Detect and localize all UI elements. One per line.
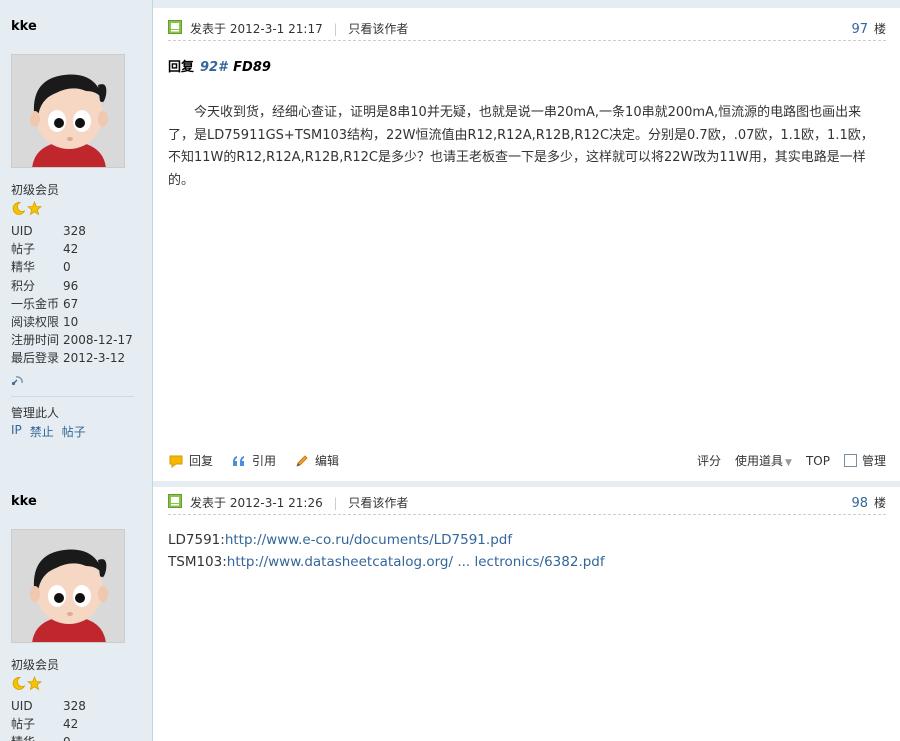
post-datetime: 2012-3-1 21:17: [229, 22, 323, 36]
link-prefix: LD7591:: [168, 532, 225, 548]
link-line-tsm103: TSM103:http://www.datasheetcatalog.org/ …: [168, 551, 605, 573]
tools-dropdown[interactable]: 使用道具 ▼: [735, 452, 792, 469]
rank-stars: [11, 201, 42, 216]
post-datetime: 2012-3-1 21:26: [229, 496, 323, 510]
admin-ip-link[interactable]: IP: [11, 423, 22, 440]
avatar[interactable]: [11, 54, 125, 168]
signal-icon[interactable]: [11, 374, 25, 386]
stat-last-login: 最后登录 2012-3-12: [11, 351, 126, 366]
post-header: 发表于 2012-3-1 21:17 | 只看该作者 97 楼: [168, 17, 886, 41]
stat-register-date: 注册时间 2008-12-17: [11, 333, 133, 348]
stat-uid: UID 328: [11, 699, 86, 713]
reply-label: 回复: [168, 60, 195, 75]
user-rank: 初级会员: [11, 183, 60, 197]
datasheet-link-ld7591[interactable]: http://www.e-co.ru/documents/LD7591.pdf: [225, 532, 512, 548]
chevron-down-icon: ▼: [785, 458, 792, 468]
reply-button[interactable]: 回复: [168, 452, 213, 469]
author-sidebar: kke 初级会员 UID 328 帖子 42: [0, 0, 153, 481]
post-content: 发表于 2012-3-1 21:17 | 只看该作者 97 楼 回复 92# FD89…: [154, 0, 900, 481]
reply-post-link[interactable]: 92#: [200, 60, 227, 75]
only-author-link[interactable]: 只看该作者: [348, 496, 408, 510]
pencil-icon: [296, 454, 308, 467]
meta-separator: |: [333, 22, 338, 36]
posted-label: 发表于: [190, 22, 227, 36]
link-prefix: TSM103:: [168, 554, 227, 570]
floor-unit: 楼: [873, 496, 886, 510]
meta-separator: |: [333, 496, 338, 510]
stat-digest: 精华0: [11, 260, 71, 275]
user-rank: 初级会员: [11, 658, 60, 672]
reply-author: FD89: [233, 60, 271, 75]
post-top-border: [154, 0, 900, 8]
rate-link[interactable]: 评分: [697, 452, 721, 469]
top-link[interactable]: TOP: [806, 454, 830, 468]
manage-checkbox[interactable]: [843, 454, 857, 467]
quote-icon: [233, 455, 245, 466]
post-header: 发表于 2012-3-1 21:26 | 只看该作者 98 楼: [168, 491, 886, 515]
stat-posts: 帖子 42: [11, 717, 79, 732]
floor-unit: 楼: [873, 22, 886, 36]
moon-icon: [12, 677, 26, 690]
stat-points: 积分 96: [11, 278, 79, 293]
stat-read-permission: 阅读权限 10: [11, 314, 79, 329]
moon-icon: [12, 202, 26, 215]
post-content: 发表于 2012-3-1 21:26 | 只看该作者 98 楼 LD7591:ht…: [154, 481, 900, 741]
author-username[interactable]: kke: [11, 494, 37, 509]
author-username[interactable]: kke: [11, 19, 37, 34]
edit-button[interactable]: 编辑: [294, 452, 339, 469]
star-icon: [27, 676, 42, 691]
floor-number: 97 楼: [851, 20, 886, 37]
stat-coins: 一乐金币 67: [11, 296, 79, 311]
post-top-border: [154, 481, 900, 487]
author-sidebar: kke 初级会员 UID 328 帖子 42: [0, 481, 153, 741]
only-author-link[interactable]: 只看该作者: [348, 22, 408, 36]
reply-bubble-icon: [169, 455, 183, 468]
posted-label: 发表于: [190, 496, 227, 510]
datasheet-link-tsm103[interactable]: http://www.datasheetcatalog.org/ ... lec…: [227, 554, 605, 570]
manage-toggle[interactable]: 管理: [843, 452, 886, 469]
post-98: kke 初级会员 UID 328 帖子 42 发表于 2012-3-1 21:2…: [0, 481, 900, 741]
online-status-icon: [168, 494, 182, 508]
post-footer: 回复 引用 编辑 评分 使用道具 ▼ TOP 管理: [168, 450, 886, 474]
post-97: kke 初级会员 UID 328 帖子 42 精华 0 积分 96 一乐金币 6…: [0, 0, 900, 481]
post-meta: 发表于 2012-3-1 21:17 | 只看该作者: [190, 20, 408, 37]
stat-digest: 精华0: [11, 733, 141, 741]
post-tools: 评分 使用道具 ▼ TOP 管理: [697, 452, 886, 469]
post-actions: 回复 引用 编辑: [168, 452, 339, 469]
post-meta: 发表于 2012-3-1 21:26 | 只看该作者: [190, 494, 408, 511]
stat-posts: 帖子 42: [11, 242, 79, 257]
floor-link[interactable]: 98: [851, 496, 868, 511]
post-body: 今天收到货，经细心查证，证明是8串10并无疑，也就是说一串20mA,一条10串就…: [168, 105, 874, 188]
post-body: LD7591:http://www.e-co.ru/documents/LD75…: [168, 529, 605, 573]
user-stats: UID 328 帖子 42 精华 0 积分 96 一乐金币 67 阅读权限 10 注册时间 2…: [11, 222, 141, 368]
stat-uid: UID 328: [11, 224, 86, 238]
star-icon: [27, 201, 42, 216]
user-stats: UID328 帖子42 精华0: [11, 697, 141, 741]
rank-stars: [11, 676, 42, 691]
floor-number: 98 楼: [851, 494, 886, 511]
admin-posts-link[interactable]: 帖子: [62, 423, 86, 440]
admin-links: IP 禁止 帖子: [11, 423, 86, 440]
quote-button[interactable]: 引用: [231, 452, 276, 469]
admin-label: 管理此人: [11, 406, 60, 420]
reply-title: 回复 92# FD89: [168, 56, 271, 75]
admin-ban-link[interactable]: 禁止: [30, 423, 54, 440]
avatar[interactable]: [11, 529, 125, 643]
link-line-ld7591: LD7591:http://www.e-co.ru/documents/LD75…: [168, 529, 605, 551]
online-status-icon: [168, 20, 182, 34]
floor-link[interactable]: 97: [851, 22, 868, 37]
sidebar-divider: [11, 396, 134, 397]
